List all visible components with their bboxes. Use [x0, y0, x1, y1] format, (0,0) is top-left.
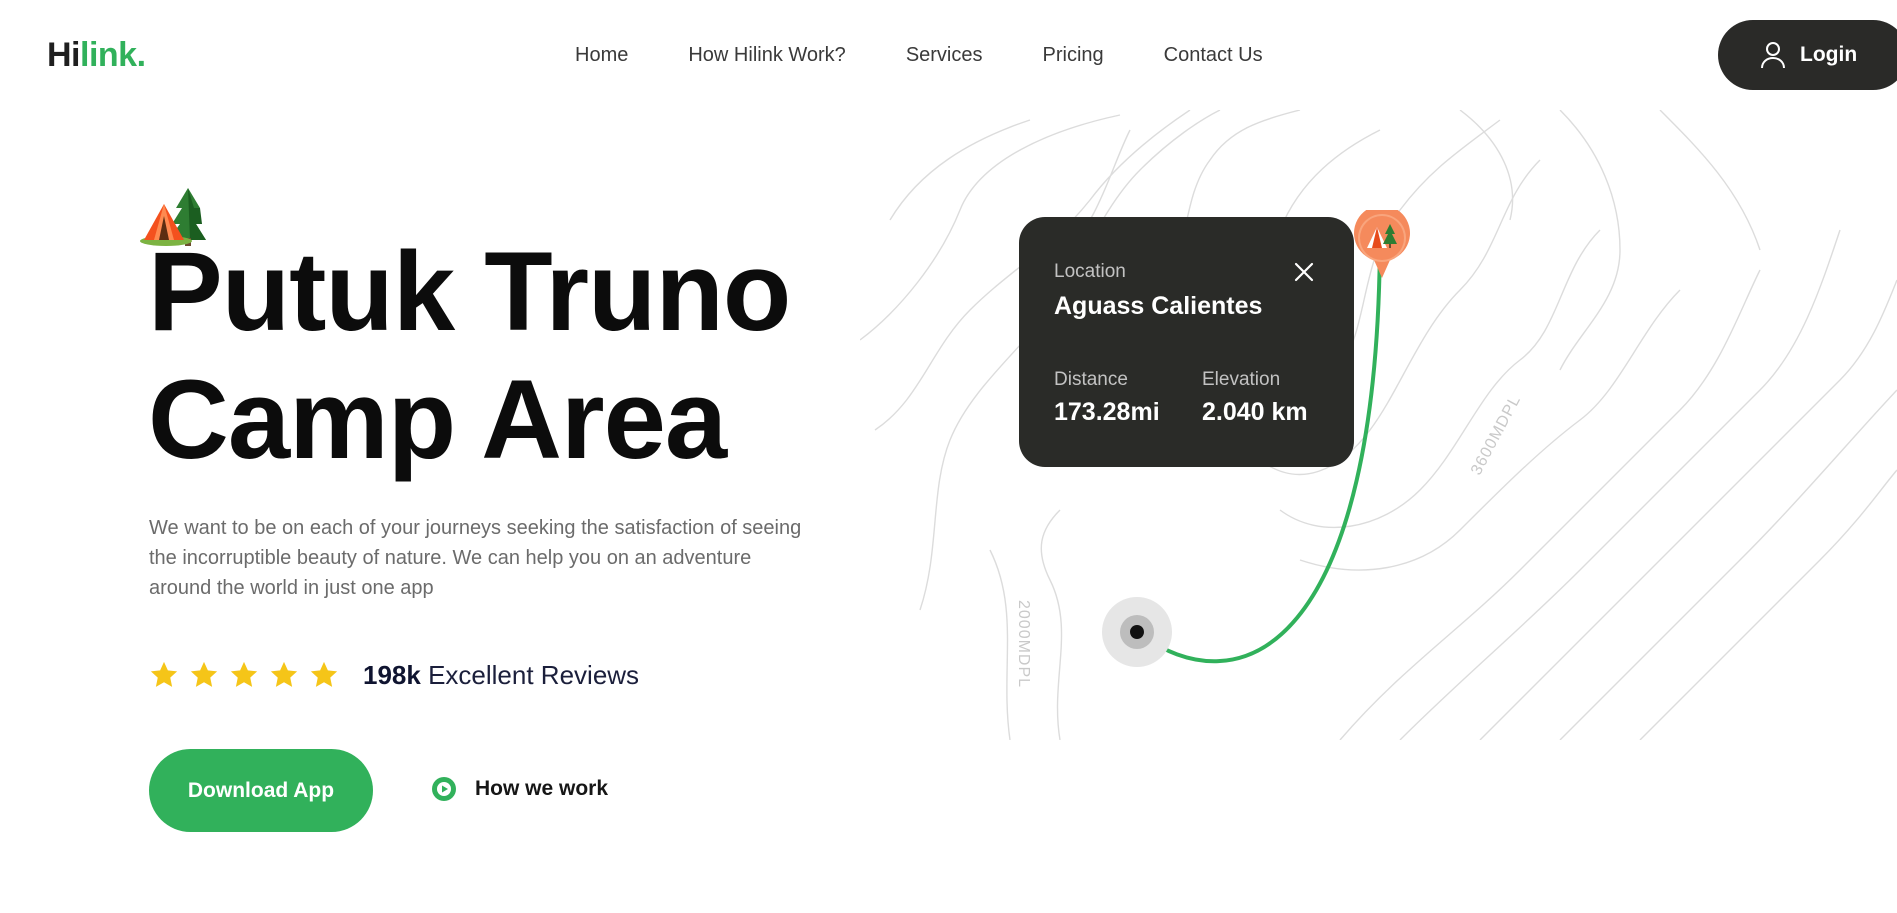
hero-title: Putuk Truno Camp Area: [148, 228, 791, 484]
nav-services[interactable]: Services: [906, 44, 983, 67]
start-point-icon: [1102, 597, 1172, 667]
how-we-work-label: How we work: [475, 777, 609, 800]
hero-title-line2: Camp Area: [148, 357, 727, 482]
star-icon: [150, 661, 178, 687]
rating-stars: [149, 660, 339, 690]
hero-description: We want to be on each of your journeys s…: [149, 517, 802, 599]
location-label: Location: [1054, 261, 1126, 282]
nav-home[interactable]: Home: [575, 44, 628, 67]
star-icon: [310, 661, 338, 687]
reviews-summary: 198k Excellent Reviews: [363, 660, 639, 691]
logo-text-link: link.: [80, 36, 146, 74]
distance-label: Distance: [1054, 369, 1128, 390]
close-icon[interactable]: [1293, 261, 1315, 283]
nav-pricing[interactable]: Pricing: [1043, 44, 1104, 67]
reviews-count: 198k: [363, 660, 421, 690]
user-icon: [1761, 42, 1785, 69]
star-icon: [230, 661, 258, 687]
logo[interactable]: Hilink.: [47, 36, 146, 75]
download-app-button[interactable]: Download App: [149, 749, 373, 832]
location-name: Aguass Calientes: [1054, 292, 1263, 320]
elevation-label: Elevation: [1202, 369, 1281, 390]
distance-value: 173.28mi: [1054, 398, 1160, 426]
location-pin-icon[interactable]: [1352, 210, 1412, 280]
location-info-card: Location Aguass Calientes Distance 173.2…: [1019, 217, 1354, 467]
nav-contact-us[interactable]: Contact Us: [1164, 44, 1263, 67]
download-app-label: Download App: [187, 778, 335, 802]
logo-text-hi: Hi: [47, 36, 81, 74]
reviews-label: Excellent Reviews: [428, 660, 640, 690]
play-icon: [432, 777, 456, 801]
hero-title-line1: Putuk Truno: [148, 229, 791, 354]
login-button[interactable]: Login: [1718, 20, 1897, 90]
star-icon: [190, 661, 218, 687]
login-label: Login: [1800, 43, 1858, 66]
altitude-label-2000: 2000MDPL: [1015, 600, 1032, 689]
nav-how-hilink-work[interactable]: How Hilink Work?: [688, 44, 845, 67]
star-icon: [270, 661, 298, 687]
elevation-value: 2.040 km: [1202, 398, 1308, 426]
main-nav: Home How Hilink Work? Services Pricing C…: [575, 44, 1323, 67]
how-we-work-link[interactable]: How we work: [431, 776, 608, 802]
